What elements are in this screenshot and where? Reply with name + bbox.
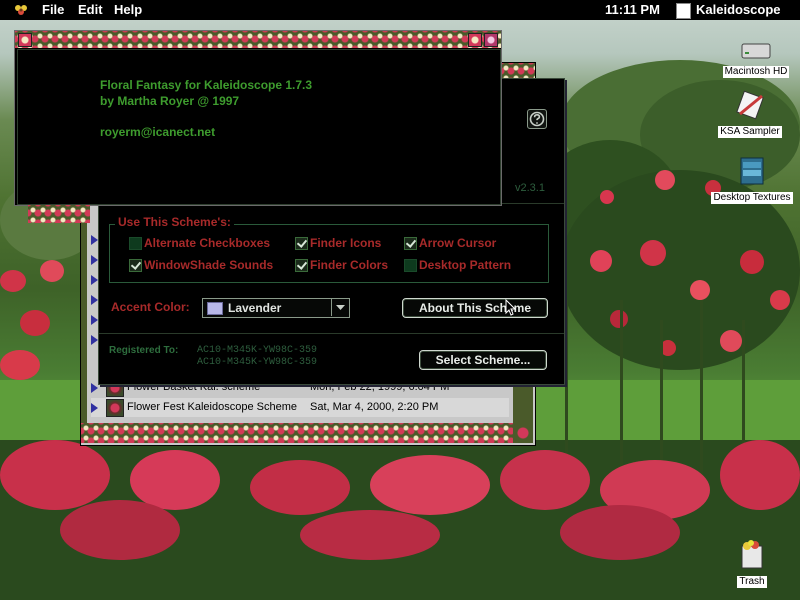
- option-label: Arrow Cursor: [419, 236, 497, 250]
- desktop-icon-ksa-sampler[interactable]: KSA Sampler: [712, 90, 788, 138]
- resize-box-icon[interactable]: [513, 423, 533, 443]
- apple-menu-icon[interactable]: [14, 3, 28, 17]
- about-window[interactable]: Floral Fantasy for Kaleidoscope 1.7.3 by…: [14, 30, 502, 206]
- finder-status-bar: [81, 423, 513, 443]
- scheme-file-icon: [106, 399, 124, 417]
- file-name: Flower Fest Kaleidoscope Scheme: [127, 401, 297, 413]
- menu-file[interactable]: File: [42, 2, 64, 17]
- option-label: Desktop Pattern: [419, 258, 512, 272]
- chevron-down-icon: [336, 305, 345, 310]
- about-email-link[interactable]: royerm@icanect.net: [100, 125, 215, 139]
- group-label: Use This Scheme's:: [115, 215, 234, 229]
- option-label: Alternate Checkboxes: [144, 236, 271, 250]
- desktop-icon-desktop-textures[interactable]: Desktop Textures: [707, 156, 797, 204]
- accent-color-popup[interactable]: Lavender: [202, 298, 350, 318]
- menu-edit[interactable]: Edit: [78, 2, 103, 17]
- hard-disk-icon: [741, 43, 771, 59]
- select-scheme-button[interactable]: Select Scheme...: [419, 350, 547, 370]
- windowshade-sounds-checkbox[interactable]: [129, 259, 142, 272]
- version-label: v2.3.1: [515, 182, 545, 194]
- desktop-textures-icon: [740, 157, 764, 185]
- desktop-icon-label: Trash: [737, 576, 767, 588]
- desktop-pattern-checkbox[interactable]: [404, 259, 417, 272]
- registered-to-label: Registered To:: [109, 345, 179, 356]
- finder-colors-checkbox[interactable]: [295, 259, 308, 272]
- disclosure-triangle-icon[interactable]: [91, 403, 98, 413]
- trash-icon: [741, 540, 763, 569]
- question-mark-icon: [529, 111, 545, 127]
- about-title-bar[interactable]: [15, 31, 501, 48]
- help-button[interactable]: [527, 109, 547, 129]
- file-date: Sat, Mar 4, 2000, 2:20 PM: [310, 401, 439, 413]
- desktop-icon-label: Macintosh HD: [722, 66, 790, 78]
- menu-clock[interactable]: 11:11 PM: [605, 2, 660, 17]
- about-title: Floral Fantasy for Kaleidoscope 1.7.3: [100, 78, 313, 92]
- arrow-cursor-icon: [505, 299, 517, 316]
- finder-icons-checkbox[interactable]: [295, 237, 308, 250]
- about-this-scheme-button[interactable]: About This Scheme: [402, 298, 548, 318]
- disclosure-triangle-icon[interactable]: [91, 383, 98, 393]
- option-label: Finder Colors: [310, 258, 389, 272]
- about-author: by Martha Royer @ 1997: [100, 94, 240, 108]
- arrow-cursor-checkbox[interactable]: [404, 237, 417, 250]
- desktop-icon-macintosh-hd[interactable]: Macintosh HD: [712, 40, 800, 78]
- desktop-icon-label: KSA Sampler: [718, 126, 782, 138]
- menu-help[interactable]: Help: [114, 2, 142, 17]
- close-box-icon[interactable]: [18, 33, 32, 47]
- option-label: Finder Icons: [310, 236, 382, 250]
- application-menu-name[interactable]: Kaleidoscope: [696, 2, 781, 17]
- accent-color-label: Accent Color:: [111, 300, 190, 314]
- ksa-sampler-icon: [736, 90, 764, 120]
- registration-code: AC10-M345K-YW98C-359: [197, 357, 318, 368]
- list-item[interactable]: Flower Fest Kaleidoscope Scheme Sat, Mar…: [91, 398, 509, 417]
- collapse-box-icon[interactable]: [484, 33, 498, 47]
- menu-bar: File Edit Help 11:11 PM Kaleidoscope: [0, 0, 800, 20]
- color-swatch-icon: [207, 302, 223, 315]
- zoom-box-icon[interactable]: [468, 33, 482, 47]
- scheme-options-group: [109, 224, 549, 283]
- floral-edge-decoration: [28, 205, 90, 223]
- desktop-icon-label: Desktop Textures: [711, 192, 793, 204]
- alternate-checkboxes-checkbox[interactable]: [129, 237, 142, 250]
- option-label: WindowShade Sounds: [144, 258, 274, 272]
- accent-color-value: Lavender: [228, 301, 282, 315]
- registration-code: AC10-M345K-YW98C-359: [197, 345, 318, 356]
- application-menu-icon[interactable]: [676, 3, 691, 19]
- desktop-icon-trash[interactable]: Trash: [730, 540, 774, 588]
